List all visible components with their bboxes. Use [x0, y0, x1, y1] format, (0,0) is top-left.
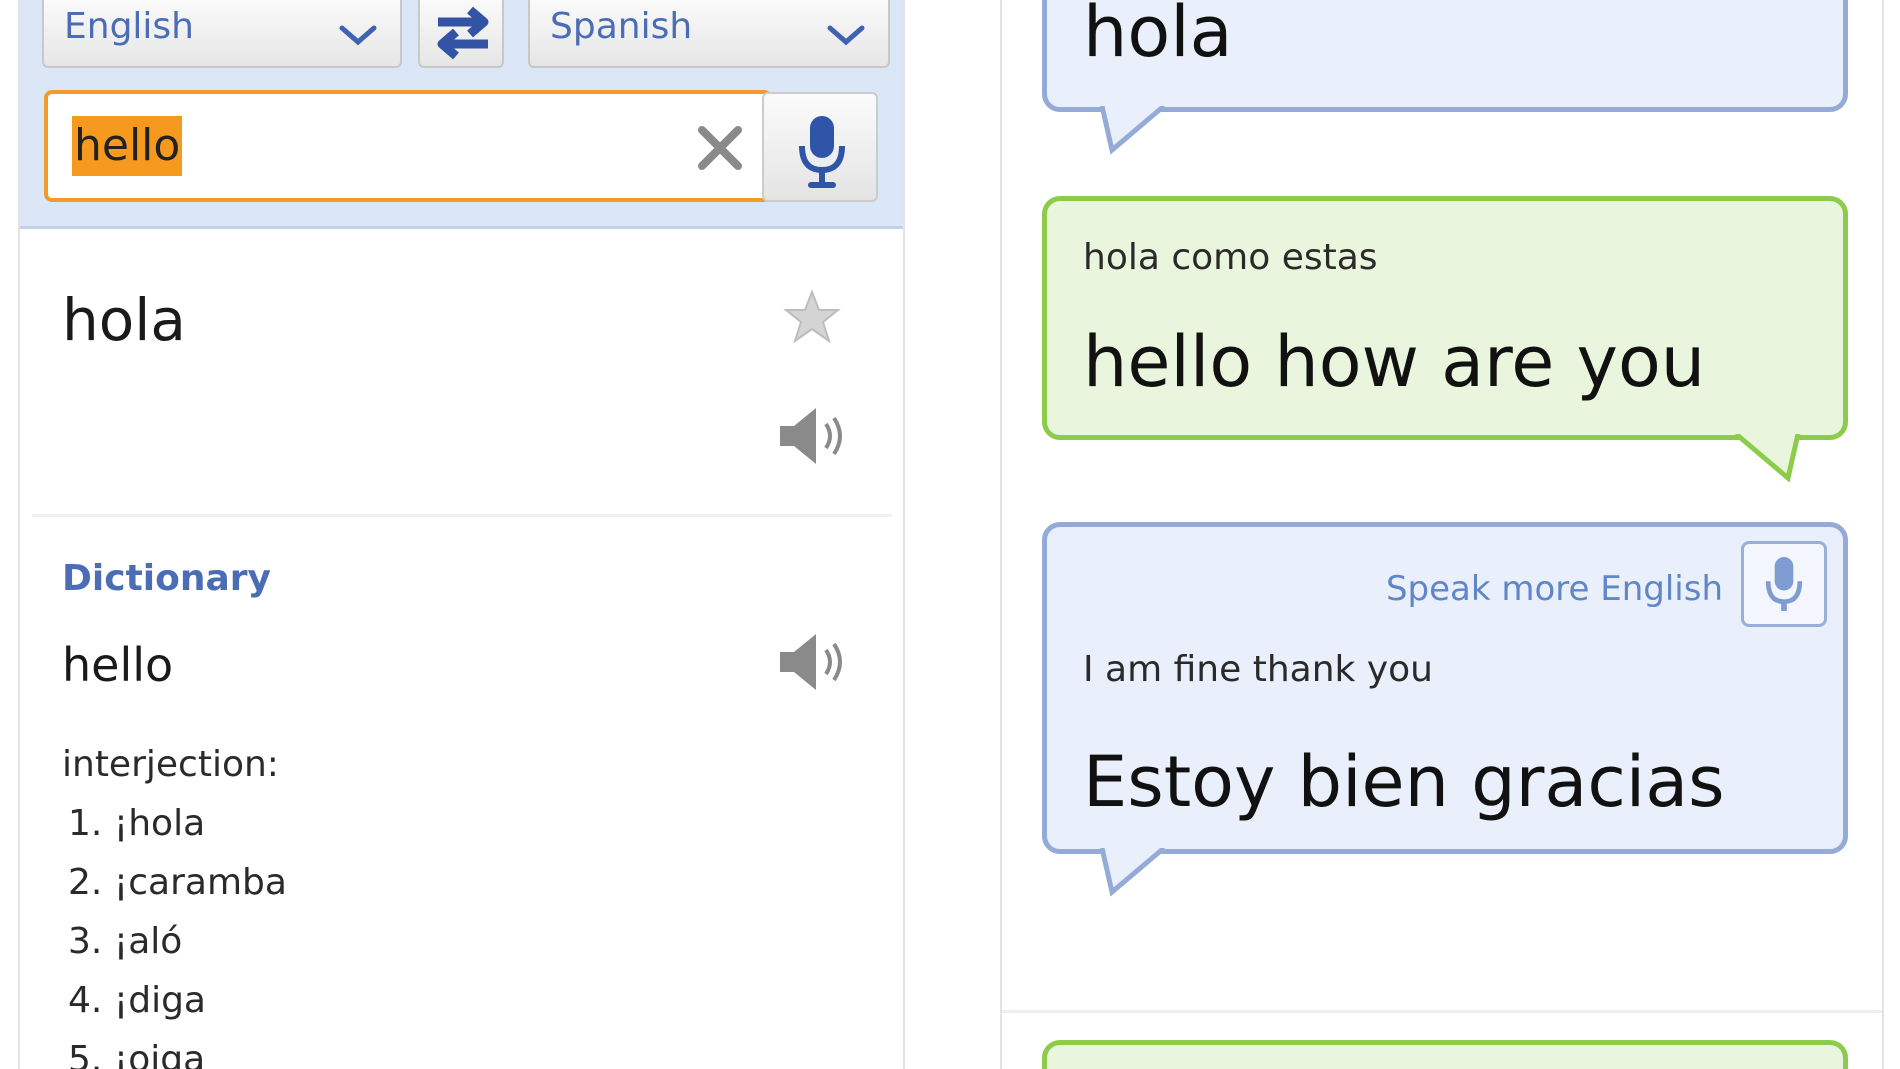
divider — [32, 514, 892, 517]
target-language-select[interactable]: Spanish — [528, 0, 890, 68]
swap-languages-button[interactable] — [418, 0, 504, 68]
bubble-source-text: I am fine thank you — [1083, 649, 1433, 690]
dictionary-screen: English Spanish hello hola Dictionary he… — [18, 0, 905, 1069]
source-language-label: English — [64, 6, 194, 47]
conversation-bubble: Speak more English I am fine thank you E… — [1042, 522, 1848, 854]
bubble-tail — [1099, 106, 1166, 155]
voice-input-button[interactable] — [762, 92, 878, 202]
conversation-bubble — [1042, 1040, 1848, 1069]
speak-more-mic-button[interactable] — [1741, 541, 1827, 627]
list-item: 1. ¡hola — [68, 803, 206, 844]
chevron-down-icon — [339, 25, 377, 46]
source-language-select[interactable]: English — [42, 0, 402, 68]
star-icon[interactable] — [782, 288, 842, 348]
dictionary-heading: Dictionary — [62, 558, 271, 599]
bubble-tail — [1734, 434, 1801, 483]
conversation-bubble: hola como estas hello how are you — [1042, 196, 1848, 440]
swap-icon — [437, 6, 489, 60]
list-item: 5. ¡oiga — [68, 1039, 206, 1069]
conversation-bubble: hola — [1042, 0, 1848, 112]
search-input[interactable]: hello — [44, 90, 772, 202]
speaker-icon[interactable] — [776, 630, 850, 694]
dictionary-word: hello — [62, 638, 174, 692]
translation-result: hola — [62, 286, 186, 354]
search-input-value: hello — [72, 116, 183, 176]
list-item: 3. ¡aló — [68, 921, 183, 962]
definition-list: 1. ¡hola 2. ¡caramba 3. ¡aló 4. ¡diga 5.… — [68, 800, 287, 1069]
part-of-speech: interjection: — [62, 744, 279, 785]
bubble-translation: Estoy bien gracias — [1083, 741, 1725, 823]
microphone-icon — [799, 116, 845, 188]
target-language-label: Spanish — [550, 6, 693, 47]
speaker-icon[interactable] — [776, 404, 850, 468]
divider — [1002, 1010, 1882, 1013]
list-item: 4. ¡diga — [68, 980, 206, 1021]
bubble-source-text: hola como estas — [1083, 237, 1378, 278]
bubble-tail — [1099, 848, 1166, 897]
bubble-translation: hello how are you — [1083, 321, 1706, 403]
translate-header: English Spanish hello — [20, 0, 903, 229]
bubble-translation: hola — [1083, 0, 1233, 73]
clear-icon[interactable] — [694, 122, 746, 174]
conversation-screen: hola hola como estas hello how are you S… — [1000, 0, 1884, 1069]
microphone-icon — [1765, 557, 1803, 611]
list-item: 2. ¡caramba — [68, 862, 287, 903]
chevron-down-icon — [827, 25, 865, 46]
speak-more-prompt[interactable]: Speak more English — [1386, 569, 1723, 609]
